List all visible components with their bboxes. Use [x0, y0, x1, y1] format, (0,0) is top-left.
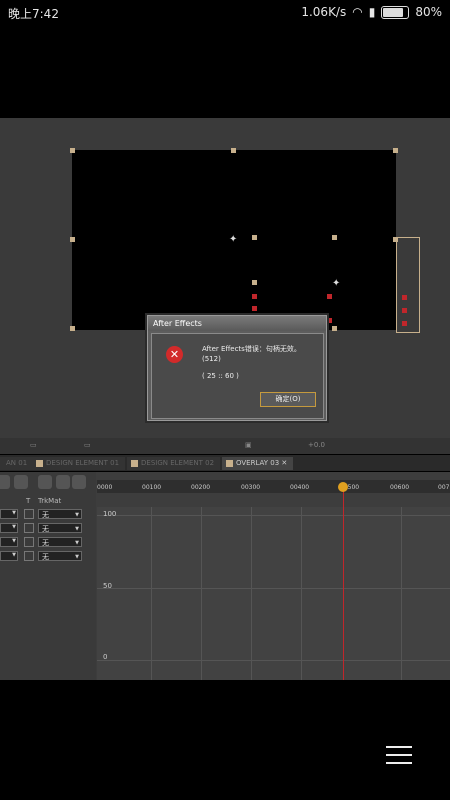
pen-icon[interactable]: [14, 475, 28, 489]
col-header-t: T: [26, 497, 31, 505]
grid-line: [251, 507, 252, 680]
grid-line: [151, 507, 152, 680]
graph-y-label: 0: [103, 653, 108, 661]
mask-icon[interactable]: [38, 475, 52, 489]
time-tick: 00300: [241, 484, 261, 491]
grid-line: [97, 660, 450, 661]
camera-select[interactable]: ▭: [84, 441, 91, 449]
layer-row: 无: [0, 537, 96, 549]
anchor-handle[interactable]: [252, 280, 257, 285]
layer-point[interactable]: [252, 294, 257, 299]
trkmat-select[interactable]: 无: [38, 551, 82, 562]
toolbar-icon[interactable]: ▣: [245, 441, 252, 449]
mode-select[interactable]: [0, 551, 18, 561]
layer-row: 无: [0, 509, 96, 521]
error-dialog: After Effects ✕ After Effects错误：句柄无效。 (5…: [147, 315, 327, 421]
time-tick: 007: [438, 484, 450, 491]
layer-point[interactable]: [402, 308, 407, 313]
grid-line: [97, 515, 450, 516]
trkmat-select[interactable]: 无: [38, 523, 82, 534]
trkmat-select[interactable]: 无: [38, 537, 82, 548]
anchor-handle[interactable]: [332, 235, 337, 240]
anchor-cross-icon[interactable]: ✦: [229, 234, 237, 245]
battery-icon: [381, 5, 410, 19]
tab-an-01[interactable]: AN 01: [0, 457, 34, 470]
viewer-toolbar: ▭ ▭ ▣ +0.0: [0, 438, 450, 454]
grid-line: [201, 507, 202, 680]
graph-y-label: 100: [103, 510, 117, 518]
composition-canvas[interactable]: ✦ ✦: [70, 148, 398, 331]
graph-y-label: 50: [103, 582, 112, 590]
anchor-handle[interactable]: [252, 235, 257, 240]
mode-select[interactable]: [0, 523, 18, 533]
wifi-icon: ◠: [352, 5, 363, 19]
time-tick: 00400: [290, 484, 310, 491]
network-speed: 1.06K/s: [301, 5, 347, 19]
grid-line: [401, 507, 402, 680]
transform-handle[interactable]: [393, 148, 398, 153]
grid-line: [301, 507, 302, 680]
trkmat-select[interactable]: 无: [38, 509, 82, 520]
error-code: ( 25 :: 60 ): [202, 372, 239, 380]
preserve-checkbox[interactable]: [24, 523, 34, 533]
view-layout-select[interactable]: ▭: [30, 441, 37, 449]
status-right: 1.06K/s ◠ ▮ 80%: [301, 5, 442, 19]
close-tab-icon[interactable]: ✕: [281, 459, 287, 467]
layer-point[interactable]: [252, 306, 257, 311]
col-header-trkmat: TrkMat: [38, 497, 62, 505]
time-tick: 0000: [97, 484, 113, 491]
layer-row: 无: [0, 523, 96, 535]
mode-select[interactable]: [0, 537, 18, 547]
playhead-line[interactable]: [343, 484, 344, 680]
layer-bounds[interactable]: [396, 237, 420, 333]
status-bar: 晚上7:42 1.06K/s ◠ ▮ 80%: [0, 0, 450, 24]
tab-design-element-01[interactable]: DESIGN ELEMENT 01: [32, 457, 126, 470]
layer-point[interactable]: [327, 294, 332, 299]
time-tick: 00100: [142, 484, 162, 491]
tab-overlay-03[interactable]: OVERLAY 03 ✕: [222, 457, 294, 470]
layer-point[interactable]: [402, 295, 407, 300]
anchor-cross-icon[interactable]: ✦: [332, 278, 340, 289]
dialog-body: ✕ After Effects错误：句柄无效。 (512) ( 25 :: 60…: [151, 333, 324, 419]
exposure-value: +0.0: [308, 441, 325, 449]
transform-handle[interactable]: [231, 148, 236, 153]
time-tick: 00200: [191, 484, 211, 491]
clock: 晚上7:42: [8, 7, 59, 21]
grid-line: [97, 588, 450, 589]
motion-blur-icon[interactable]: [72, 475, 86, 489]
dialog-title: After Effects: [148, 316, 326, 331]
transform-handle[interactable]: [70, 237, 75, 242]
graph-editor[interactable]: [97, 507, 450, 680]
error-icon: ✕: [166, 346, 183, 363]
battery-percent: 80%: [415, 5, 442, 19]
layer-point[interactable]: [402, 321, 407, 326]
ok-button[interactable]: 确定(O): [260, 392, 316, 407]
mode-select[interactable]: [0, 509, 18, 519]
error-message: After Effects错误：句柄无效。 (512): [202, 345, 301, 363]
transform-handle[interactable]: [70, 326, 75, 331]
preserve-checkbox[interactable]: [24, 509, 34, 519]
transform-handle[interactable]: [70, 148, 75, 153]
signal-icon: ▮: [368, 5, 376, 19]
graph-icon[interactable]: [0, 475, 10, 489]
composition-tabs: AN 01 DESIGN ELEMENT 01 DESIGN ELEMENT 0…: [0, 455, 450, 471]
timer-icon[interactable]: [56, 475, 70, 489]
menu-icon[interactable]: [386, 746, 412, 768]
anchor-handle[interactable]: [332, 326, 337, 331]
layer-point[interactable]: [327, 318, 332, 323]
time-tick: 00600: [390, 484, 410, 491]
tab-design-element-02[interactable]: DESIGN ELEMENT 02: [127, 457, 221, 470]
playhead-handle[interactable]: [338, 482, 348, 492]
layer-row: 无: [0, 551, 96, 563]
preserve-checkbox[interactable]: [24, 537, 34, 547]
preserve-checkbox[interactable]: [24, 551, 34, 561]
